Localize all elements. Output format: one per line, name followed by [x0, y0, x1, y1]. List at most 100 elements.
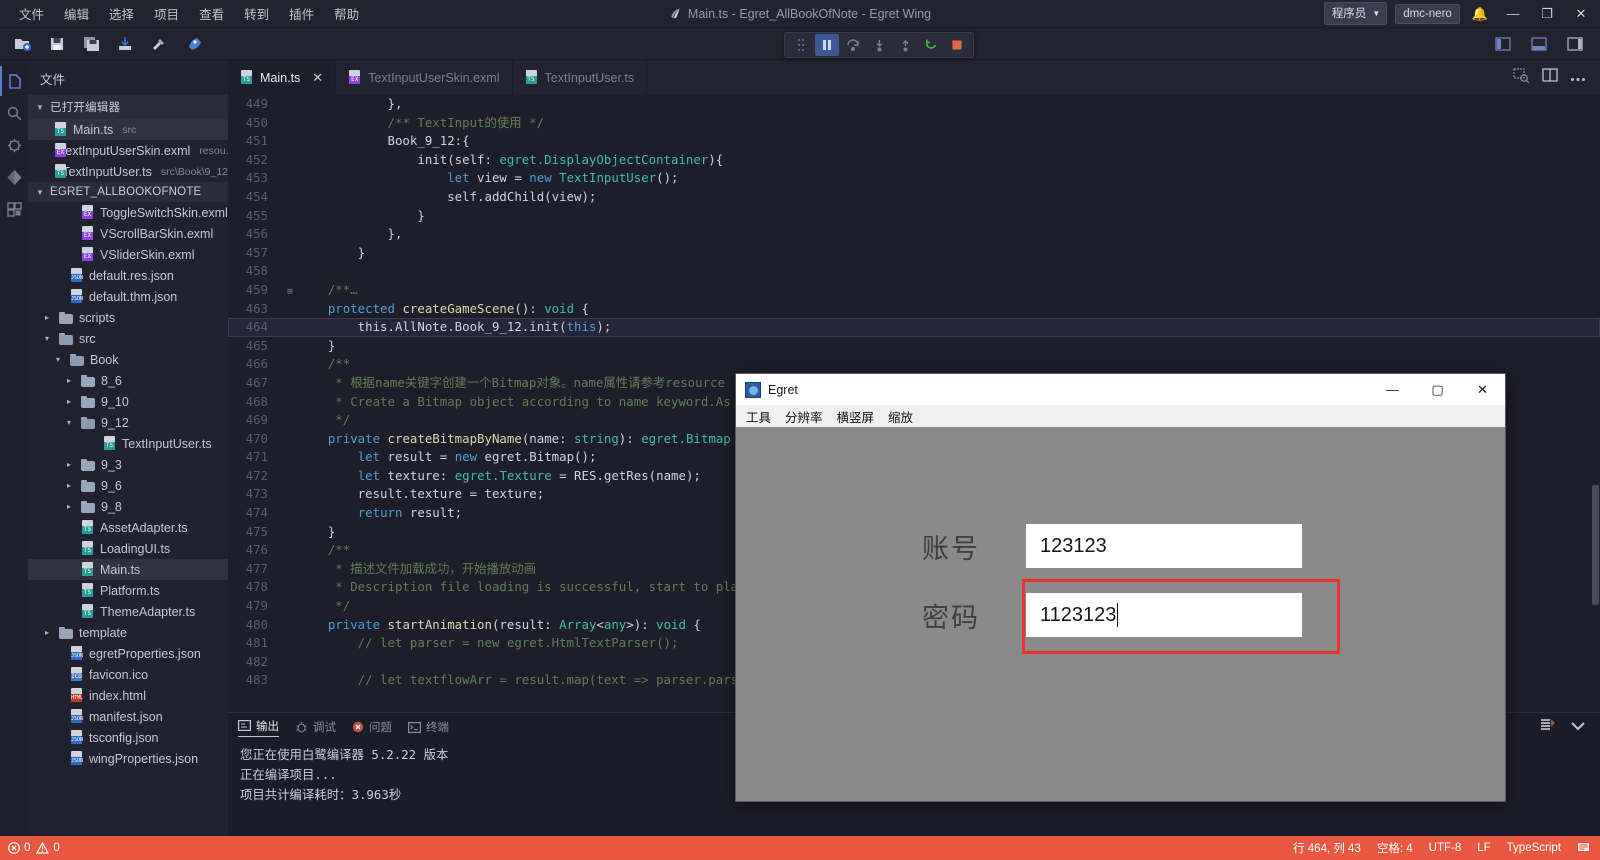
status-encoding[interactable]: UTF-8	[1429, 842, 1462, 854]
run-icon[interactable]	[178, 31, 208, 57]
file-tree-item[interactable]: ▸ 8_6	[28, 370, 228, 391]
save-icon[interactable]	[42, 31, 72, 57]
chevron-right-icon[interactable]: ▸	[67, 481, 76, 490]
save-all-icon[interactable]	[76, 31, 106, 57]
chevron-right-icon[interactable]: ▸	[67, 376, 76, 385]
file-tree-item[interactable]: TS Platform.ts	[28, 580, 228, 601]
code-line[interactable]: 455 }	[228, 207, 1600, 226]
egret-menu-resolution[interactable]: 分辨率	[785, 407, 823, 426]
code-line[interactable]: 452 init(self: egret.DisplayObjectContai…	[228, 151, 1600, 170]
file-tree-item[interactable]: ▸ template	[28, 622, 228, 643]
collapse-panel-icon[interactable]	[1570, 718, 1586, 736]
chevron-right-icon[interactable]: ▸	[45, 628, 54, 637]
editor-tab[interactable]: EX TextInputUserSkin.exml	[336, 60, 513, 95]
file-tree-item[interactable]: ▸ 9_10	[28, 391, 228, 412]
status-eol[interactable]: LF	[1477, 842, 1490, 854]
file-tree-item[interactable]: TS ThemeAdapter.ts	[28, 601, 228, 622]
status-errors[interactable]: 0	[8, 842, 30, 854]
egret-close-button[interactable]: ✕	[1460, 374, 1505, 405]
explorer-icon[interactable]	[0, 66, 28, 96]
chevron-down-icon[interactable]: ▾	[56, 355, 65, 364]
extensions-icon[interactable]	[0, 194, 28, 224]
code-line[interactable]: 458	[228, 262, 1600, 281]
chevron-right-icon[interactable]: ▸	[67, 502, 76, 511]
status-cursor-position[interactable]: 行 464, 列 43	[1293, 840, 1361, 856]
window-minimize-button[interactable]: —	[1500, 6, 1526, 21]
chevron-down-icon[interactable]: ▾	[67, 418, 76, 427]
debug-stop-button[interactable]	[945, 34, 969, 56]
menu-item-project[interactable]: 项目	[145, 0, 188, 27]
status-warnings[interactable]: 0	[36, 842, 60, 854]
preview-icon[interactable]	[1513, 67, 1530, 88]
code-line[interactable]: 459 ⊞ /**…	[228, 281, 1600, 300]
panel-tab-problems[interactable]: 问题	[352, 719, 392, 735]
file-tree-item[interactable]: ▸ 9_3	[28, 454, 228, 475]
file-tree-item[interactable]: ICO favicon.ico	[28, 664, 228, 685]
code-line[interactable]: 453 let view = new TextInputUser();	[228, 169, 1600, 188]
account-input[interactable]: 123123	[1026, 524, 1302, 568]
file-tree-item[interactable]: EX VScrollBarSkin.exml	[28, 223, 228, 244]
file-tree-item[interactable]: JSON default.res.json	[28, 265, 228, 286]
open-editor-item[interactable]: EXTextInputUserSkin.exmlresou...	[28, 140, 228, 161]
panel-tab-output[interactable]: 输出	[238, 718, 279, 737]
chevron-down-icon[interactable]: ▾	[45, 334, 54, 343]
notification-bell-icon[interactable]: 🔔	[1468, 6, 1492, 22]
panel-tab-debug[interactable]: 调试	[295, 719, 336, 735]
egret-minimize-button[interactable]: —	[1370, 374, 1415, 405]
chevron-right-icon[interactable]: ▸	[67, 397, 76, 406]
debug-pause-button[interactable]	[815, 34, 839, 56]
debug-step-out-button[interactable]	[893, 34, 917, 56]
editor-scrollbar-thumb[interactable]	[1592, 485, 1599, 605]
code-line[interactable]: 466 /**	[228, 355, 1600, 374]
code-line[interactable]: 450 /** TextInput的使用 */	[228, 114, 1600, 133]
chevron-right-icon[interactable]: ▸	[67, 460, 76, 469]
file-tree-item[interactable]: TS LoadingUI.ts	[28, 538, 228, 559]
debug-restart-button[interactable]	[919, 34, 943, 56]
file-tree-item[interactable]: TS Main.ts	[28, 559, 228, 580]
file-tree-item[interactable]: TS AssetAdapter.ts	[28, 517, 228, 538]
file-tree-item[interactable]: JSON manifest.json	[28, 706, 228, 727]
close-icon[interactable]: ✕	[312, 70, 323, 86]
menu-item-help[interactable]: 帮助	[325, 0, 368, 27]
file-tree-item[interactable]: JSON egretProperties.json	[28, 643, 228, 664]
open-editor-item[interactable]: TS Main.ts src	[28, 119, 228, 140]
drag-handle-icon[interactable]	[789, 34, 813, 56]
editor-scrollbar[interactable]	[1591, 95, 1600, 712]
debug-icon[interactable]	[0, 130, 28, 160]
open-editor-item[interactable]: TS TextInputUser.ts src\Book\9_12	[28, 161, 228, 182]
egret-window-titlebar[interactable]: Egret — ▢ ✕	[736, 374, 1505, 405]
debug-step-into-button[interactable]	[867, 34, 891, 56]
egret-menu-scale[interactable]: 缩放	[888, 407, 913, 426]
code-line[interactable]: 456 },	[228, 225, 1600, 244]
project-root-header[interactable]: ▼ EGRET_ALLBOOKOFNOTE	[28, 182, 228, 202]
code-line[interactable]: 451 Book_9_12:{	[228, 132, 1600, 151]
window-close-button[interactable]: ✕	[1568, 6, 1594, 22]
file-tree-item[interactable]: ▸ 9_6	[28, 475, 228, 496]
menu-item-file[interactable]: 文件	[10, 0, 53, 27]
status-language-mode[interactable]: TypeScript	[1507, 842, 1561, 854]
code-line[interactable]: 454 self.addChild(view);	[228, 188, 1600, 207]
code-line[interactable]: 457 }	[228, 244, 1600, 263]
menu-item-goto[interactable]: 转到	[235, 0, 278, 27]
window-maximize-button[interactable]: ❐	[1534, 6, 1560, 22]
file-tree-item[interactable]: JSON wingProperties.json	[28, 748, 228, 769]
code-line[interactable]: 463 protected createGameScene(): void {	[228, 300, 1600, 319]
split-editor-icon[interactable]	[1542, 68, 1558, 87]
file-tree-item[interactable]: ▾ 9_12	[28, 412, 228, 433]
clear-output-icon[interactable]	[1540, 718, 1556, 737]
egret-menu-orientation[interactable]: 横竖屏	[837, 407, 875, 426]
import-icon[interactable]	[110, 31, 140, 57]
editor-tab[interactable]: TS TextInputUser.ts	[513, 60, 648, 95]
source-control-icon[interactable]	[0, 162, 28, 192]
new-project-icon[interactable]	[8, 31, 38, 57]
toggle-sidebar-icon[interactable]	[1488, 31, 1518, 57]
egret-game-canvas[interactable]: 账号 123123 密码 1123123	[736, 427, 1505, 801]
menu-item-plugins[interactable]: 插件	[280, 0, 323, 27]
code-line[interactable]: 449 },	[228, 95, 1600, 114]
build-icon[interactable]	[144, 31, 174, 57]
status-feedback-icon[interactable]	[1577, 840, 1590, 856]
search-icon[interactable]	[0, 98, 28, 128]
file-tree-item[interactable]: TS TextInputUser.ts	[28, 433, 228, 454]
file-tree-item[interactable]: EX ToggleSwitchSkin.exml	[28, 202, 228, 223]
fold-toggle-icon[interactable]: ⊞	[282, 283, 298, 302]
